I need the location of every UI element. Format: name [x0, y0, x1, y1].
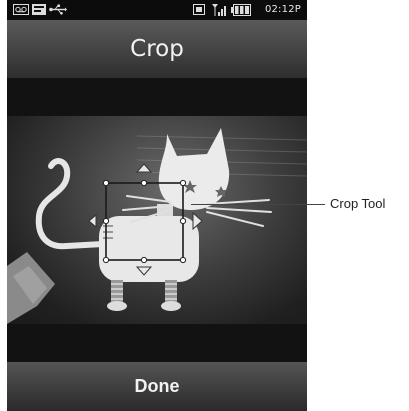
crop-corner-handle[interactable] [102, 179, 110, 187]
crop-edge-handle[interactable] [102, 217, 110, 225]
crop-corner-handle[interactable] [102, 256, 110, 264]
arrow-right-icon[interactable] [192, 211, 203, 231]
bottom-letterbox [7, 324, 307, 362]
arrow-left-icon[interactable] [88, 213, 97, 229]
callout-line [191, 204, 325, 205]
arrow-down-icon[interactable] [135, 266, 153, 276]
crop-edge-handle[interactable] [179, 217, 187, 225]
done-button[interactable]: Done [7, 362, 307, 411]
crop-frame[interactable] [105, 182, 184, 261]
arrow-up-icon[interactable] [135, 163, 153, 173]
crop-tool-callout: Crop Tool [330, 196, 386, 211]
crop-edge-handle[interactable] [140, 256, 148, 264]
phone-screen: 02:12P Crop Done [7, 0, 307, 411]
crop-corner-handle[interactable] [179, 179, 187, 187]
crop-edge-handle[interactable] [140, 179, 148, 187]
done-label: Done [134, 376, 180, 396]
crop-corner-handle[interactable] [179, 256, 187, 264]
